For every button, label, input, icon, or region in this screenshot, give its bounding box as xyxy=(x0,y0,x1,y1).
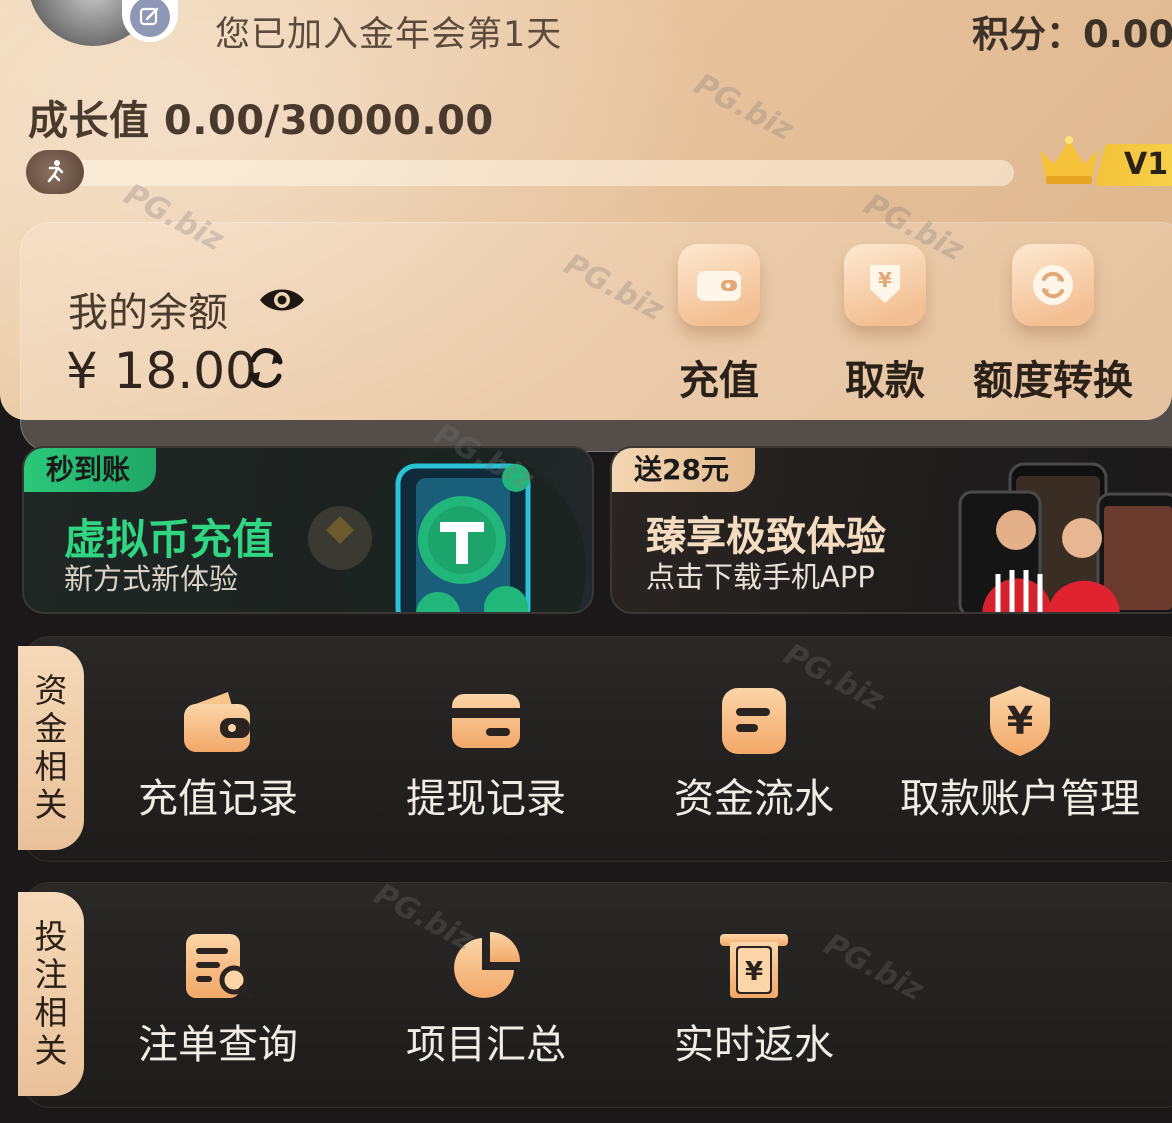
svg-text:¥: ¥ xyxy=(878,268,892,292)
deposit-records-button[interactable]: 充值记录 xyxy=(98,684,338,854)
withdraw-button[interactable]: ¥ 取款 xyxy=(800,240,970,410)
fund-flow-label: 资金流水 xyxy=(674,776,834,822)
realtime-rebate-label: 实时返水 xyxy=(674,1022,834,1068)
funds-section-tab: 资金相关 xyxy=(18,646,84,850)
search-document-icon xyxy=(186,934,253,999)
app-download-banner[interactable]: 送28元 臻享极致体验 点击下载手机APP xyxy=(610,446,1172,614)
points-value: 积分：0.00 xyxy=(972,13,1172,56)
banner-subtitle: 点击下载手机APP xyxy=(646,560,875,594)
shield-yen-icon: ¥ xyxy=(990,686,1050,756)
betting-section-tab: 投注相关 xyxy=(18,892,84,1096)
transfer-button[interactable]: 额度转换 xyxy=(968,240,1138,410)
balance-amount: ¥ 18.00 xyxy=(66,342,257,400)
ledger-icon xyxy=(722,688,786,754)
withdraw-account-management-label: 取款账户管理 xyxy=(900,776,1140,822)
withdraw-account-management-button[interactable]: ¥ 取款账户管理 xyxy=(900,684,1140,854)
withdraw-icon: ¥ xyxy=(844,244,926,326)
project-summary-button[interactable]: 项目汇总 xyxy=(366,930,606,1100)
banner-subtitle: 新方式新体验 xyxy=(64,562,239,596)
balance-label: 我的余额 xyxy=(68,290,228,336)
withdraw-label: 取款 xyxy=(845,358,925,404)
edit-icon xyxy=(130,0,170,37)
withdraw-records-label: 提现记录 xyxy=(406,776,566,822)
rebate-icon: ¥ xyxy=(720,934,788,998)
transfer-label: 额度转换 xyxy=(973,358,1133,404)
betting-section-title: 投注相关 xyxy=(34,917,68,1070)
growth-progress-track xyxy=(56,160,1014,186)
membership-days: 您已加入金年会第1天 xyxy=(215,15,563,55)
project-summary-label: 项目汇总 xyxy=(406,1022,566,1068)
transfer-icon xyxy=(1012,244,1094,326)
refresh-icon[interactable] xyxy=(244,346,288,390)
banner-ribbon: 送28元 xyxy=(612,448,755,492)
fund-flow-button[interactable]: 资金流水 xyxy=(634,684,874,854)
crown-icon xyxy=(1040,136,1098,184)
funds-section-title: 资金相关 xyxy=(34,671,68,824)
wallet-icon xyxy=(184,692,250,752)
svg-text:¥: ¥ xyxy=(745,957,763,987)
eye-icon[interactable] xyxy=(258,282,306,318)
banner-ribbon: 秒到账 xyxy=(24,448,157,492)
wallet-icon xyxy=(678,244,760,326)
deposit-label: 充值 xyxy=(679,358,759,404)
card-icon xyxy=(452,694,520,748)
level-label: V1 xyxy=(1124,147,1169,182)
bet-query-button[interactable]: 注单查询 xyxy=(98,930,338,1100)
withdraw-records-button[interactable]: 提现记录 xyxy=(366,684,606,854)
tether-phone-illustration xyxy=(308,448,586,612)
runner-icon xyxy=(26,150,84,194)
phone-app-illustration xyxy=(958,462,1172,612)
bet-query-label: 注单查询 xyxy=(138,1022,298,1068)
deposit-records-label: 充值记录 xyxy=(138,776,298,822)
svg-text:¥: ¥ xyxy=(1007,699,1033,743)
deposit-button[interactable]: 充值 xyxy=(634,240,804,410)
growth-value: 成长值 0.00/30000.00 xyxy=(28,98,494,144)
